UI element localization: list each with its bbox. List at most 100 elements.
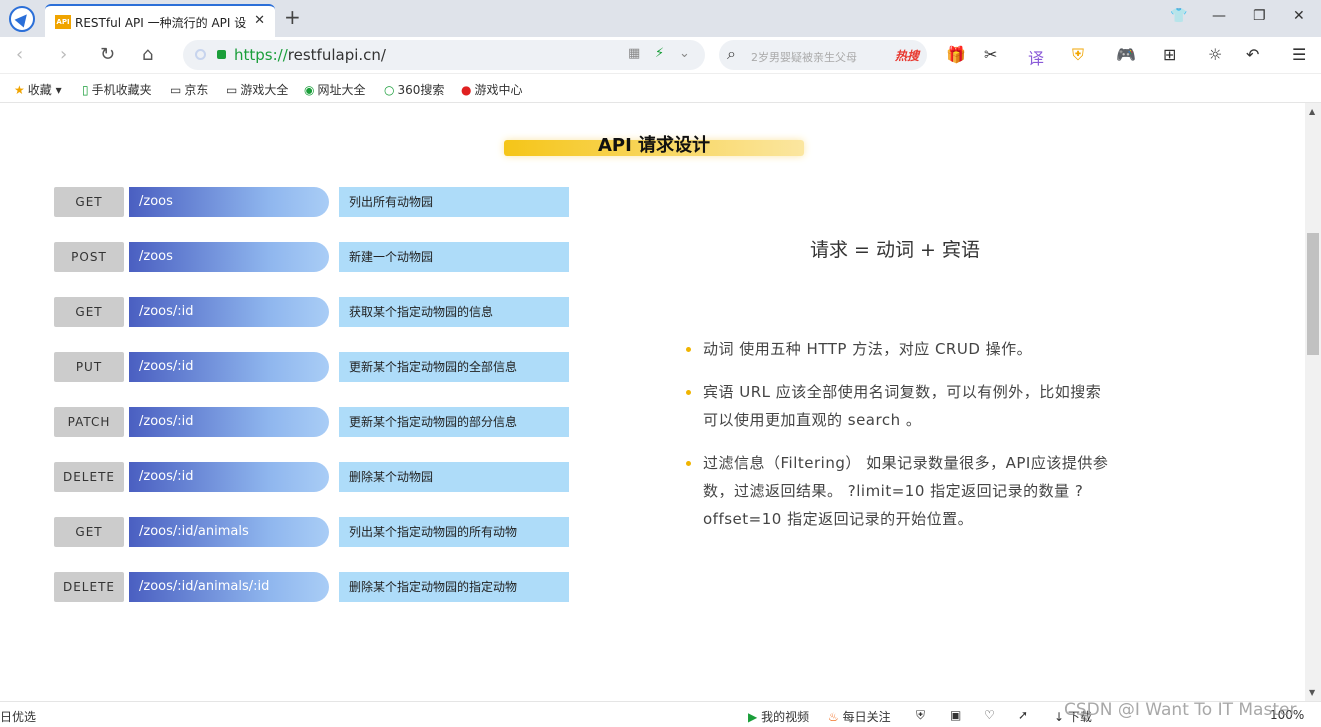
route-row: GET /zoos 列出所有动物园 [54, 187, 569, 217]
qr-code-icon[interactable]: ▦ [628, 46, 640, 61]
navigation-bar: ‹ › ↻ ⌂ https://restfulapi.cn/ ▦ ⚡ ⌄ ⌕ 2… [0, 37, 1321, 74]
route-description: 更新某个指定动物园的部分信息 [339, 407, 569, 437]
list-item: 宾语 URL 应该全部使用名词复数，可以有例外，比如搜索可以使用更加直观的 se… [686, 378, 1111, 434]
apps-grid-icon[interactable]: ⊞ [1163, 45, 1176, 64]
route-description: 获取某个指定动物园的信息 [339, 297, 569, 327]
home-icon[interactable]: ⌂ [142, 44, 153, 65]
search-placeholder: 2岁男婴疑被亲生父母 [751, 51, 857, 64]
route-path: /zoos/:id [129, 297, 329, 327]
search-360-icon: ○ [384, 83, 395, 97]
route-description: 删除某个动物园 [339, 462, 569, 492]
route-description: 更新某个指定动物园的全部信息 [339, 352, 569, 382]
route-row: PATCH /zoos/:id 更新某个指定动物园的部分信息 [54, 407, 569, 437]
new-tab-icon[interactable]: + [284, 5, 301, 29]
route-description: 列出某个指定动物园的所有动物 [339, 517, 569, 547]
scroll-up-icon[interactable]: ▲ [1309, 107, 1315, 116]
reload-icon[interactable]: ↻ [100, 44, 115, 65]
list-item: 动词 使用五种 HTTP 方法，对应 CRUD 操作。 [686, 335, 1111, 363]
bookmark-game-center[interactable]: ● 游戏中心 [461, 81, 523, 98]
status-promo[interactable]: 日优选 [0, 708, 36, 725]
skin-icon[interactable]: 👕 [1170, 8, 1187, 24]
bullet-icon [686, 461, 691, 466]
http-method: DELETE [54, 572, 124, 602]
gift-icon[interactable]: 🎁 [946, 45, 966, 64]
bookmark-favorites[interactable]: ★ 收藏 ▾ [14, 81, 62, 98]
bookmark-jd[interactable]: ▭ 京东 [170, 81, 208, 98]
bookmark-mobile[interactable]: ▯ 手机收藏夹 [82, 81, 152, 98]
http-method: GET [54, 517, 124, 547]
game-icon: ● [461, 83, 472, 97]
search-box[interactable]: ⌕ 2岁男婴疑被亲生父母 热搜 [719, 40, 927, 70]
fire-icon: ♨ [828, 710, 839, 724]
my-videos[interactable]: ▶ 我的视频 [748, 708, 809, 725]
route-path: /zoos [129, 187, 329, 217]
tab-bar: API RESTful API 一种流行的 API 设 ✕ + 👕 — ❐ ✕ [0, 0, 1321, 37]
image-icon[interactable]: ▣ [950, 708, 961, 722]
route-path: /zoos/:id [129, 407, 329, 437]
minimize-icon[interactable]: — [1212, 8, 1226, 24]
route-path: /zoos/:id/animals [129, 517, 329, 547]
shield-icon[interactable]: ⛨ [1072, 45, 1084, 65]
heart-icon[interactable]: ♡ [984, 708, 995, 722]
rocket-icon[interactable]: ➚ [1018, 708, 1028, 722]
restore-icon[interactable]: ❐ [1253, 8, 1266, 24]
http-method: POST [54, 242, 124, 272]
scroll-down-icon[interactable]: ▼ [1309, 688, 1315, 697]
search-icon: ⌕ [727, 44, 736, 63]
scissors-icon[interactable]: ✂ [984, 45, 997, 64]
compass-icon: ◉ [304, 83, 315, 97]
bullet-icon [686, 390, 691, 395]
translate-icon[interactable]: 译 [1028, 45, 1044, 69]
route-description: 列出所有动物园 [339, 187, 569, 217]
shield-status-icon[interactable]: ⛨ [916, 708, 925, 723]
route-row: GET /zoos/:id 获取某个指定动物园的信息 [54, 297, 569, 327]
forward-icon[interactable]: › [60, 44, 67, 65]
url-text[interactable]: https://restfulapi.cn/ [234, 46, 386, 64]
lock-icon [217, 50, 226, 59]
bookmark-games[interactable]: ▭ 游戏大全 [226, 81, 288, 98]
speed-mode-icon[interactable]: ⚡ [655, 46, 664, 61]
back-icon[interactable]: ‹ [16, 44, 23, 65]
browser-tab[interactable]: API RESTful API 一种流行的 API 设 ✕ [45, 4, 275, 37]
route-description: 删除某个指定动物园的指定动物 [339, 572, 569, 602]
close-window-icon[interactable]: ✕ [1293, 8, 1305, 24]
hot-search-label[interactable]: 热搜 [895, 47, 919, 64]
bookmarks-bar: ★ 收藏 ▾ ▯ 手机收藏夹 ▭ 京东 ▭ 游戏大全 ◉ 网址大全 ○ 360搜索 ● 游戏中… [0, 74, 1321, 103]
chevron-down-icon[interactable]: ⌄ [679, 46, 690, 61]
http-method: GET [54, 297, 124, 327]
security-shield-icon [195, 49, 206, 60]
menu-icon[interactable]: ☰ [1292, 45, 1306, 64]
phone-icon: ▯ [82, 83, 89, 97]
http-method: PUT [54, 352, 124, 382]
gamepad-icon[interactable]: 🎮 [1116, 45, 1136, 64]
route-row: GET /zoos/:id/animals 列出某个指定动物园的所有动物 [54, 517, 569, 547]
route-path: /zoos/:id [129, 462, 329, 492]
route-row: PUT /zoos/:id 更新某个指定动物园的全部信息 [54, 352, 569, 382]
browser-logo-icon[interactable] [9, 6, 35, 32]
scrollbar-thumb[interactable] [1307, 233, 1319, 355]
route-description: 新建一个动物园 [339, 242, 569, 272]
address-bar[interactable]: https://restfulapi.cn/ ▦ ⚡ ⌄ [183, 40, 705, 70]
tab-favicon: API [55, 15, 71, 29]
tab-close-icon[interactable]: ✕ [254, 13, 265, 28]
vertical-scrollbar[interactable]: ▲ ▼ [1305, 103, 1321, 701]
http-method: DELETE [54, 462, 124, 492]
http-method: PATCH [54, 407, 124, 437]
route-path: /zoos/:id/animals/:id [129, 572, 329, 602]
watermark: CSDN @I Want To IT Master [1064, 700, 1297, 720]
route-row: POST /zoos 新建一个动物园 [54, 242, 569, 272]
brightness-icon[interactable]: ☼ [1208, 45, 1222, 64]
route-path: /zoos/:id [129, 352, 329, 382]
bookmark-360search[interactable]: ○ 360搜索 [384, 81, 444, 98]
tab-title: RESTful API 一种流行的 API 设 [75, 16, 247, 30]
route-row: DELETE /zoos/:id 删除某个动物园 [54, 462, 569, 492]
bookmark-sites[interactable]: ◉ 网址大全 [304, 81, 366, 98]
video-icon: ▶ [748, 710, 758, 724]
page-icon: ▭ [226, 83, 238, 97]
list-item: 过滤信息（Filtering） 如果记录数量很多，API应该提供参数，过滤返回结… [686, 449, 1111, 533]
bullet-icon [686, 347, 691, 352]
daily-follow[interactable]: ♨ 每日关注 [828, 708, 891, 725]
route-path: /zoos [129, 242, 329, 272]
request-formula: 请求 = 动词 + 宾语 [810, 239, 980, 261]
undo-icon[interactable]: ↶ [1246, 45, 1259, 64]
